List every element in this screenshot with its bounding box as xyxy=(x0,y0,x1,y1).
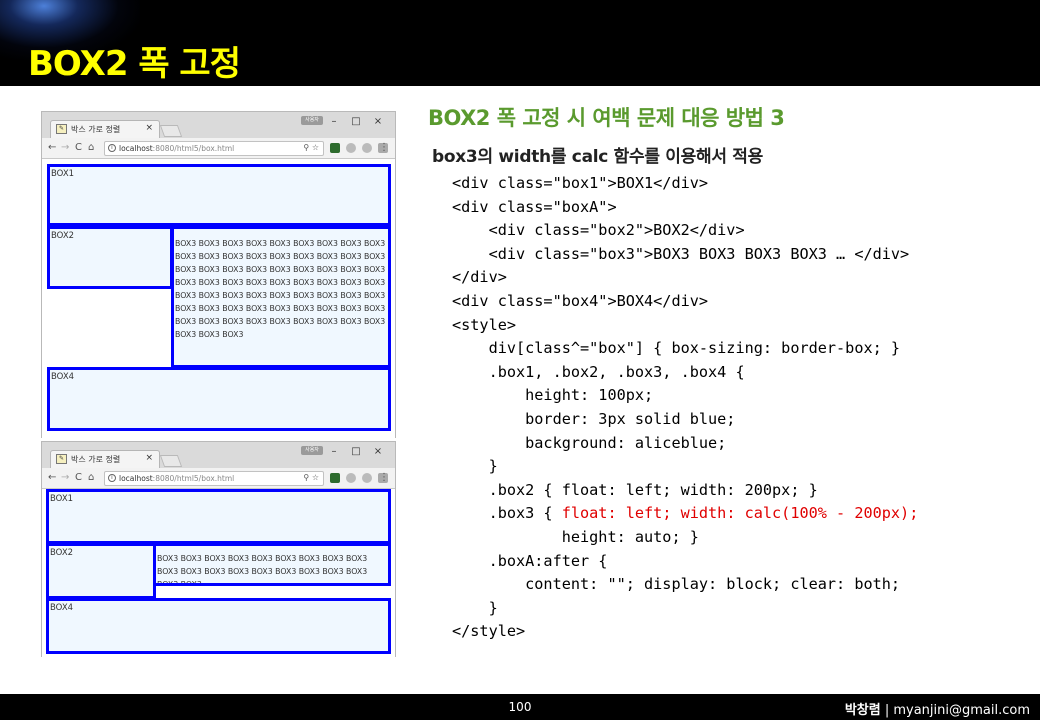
code-line: height: auto; } xyxy=(452,527,699,546)
code-line: .box1, .box2, .box3, .box4 { xyxy=(452,362,745,381)
code-line: <div class="box2">BOX2</div> xyxy=(452,221,745,240)
code-line: <style> xyxy=(452,315,517,334)
code-line: div[class^="box"] { box-sizing: border-b… xyxy=(452,339,901,358)
tab-close-icon[interactable]: × xyxy=(145,123,153,133)
tab-title: 박스 가로 정렬 xyxy=(71,125,121,134)
forward-arrow-icon[interactable]: → xyxy=(61,142,69,153)
extension-icon[interactable] xyxy=(362,143,372,153)
highlighted-code: float: left; width: calc(100% - 200px); xyxy=(561,504,919,523)
code-line: </style> xyxy=(452,622,526,641)
code-line: <div class="boxA"> xyxy=(452,197,617,216)
url-path: :8080/html5/box.html xyxy=(152,474,235,483)
code-line: .boxA:after { xyxy=(452,551,608,570)
minimize-button[interactable]: – xyxy=(323,116,345,127)
author-separator: | xyxy=(880,703,894,718)
maximize-button[interactable]: □ xyxy=(345,446,367,457)
omnibox-actions: ⚲ ☆ xyxy=(303,143,319,152)
extension-icon[interactable] xyxy=(330,143,340,153)
browser-toolbar: ← → C ⌂ i localhost:8080/html5/box.html … xyxy=(42,468,395,489)
info-icon[interactable]: i xyxy=(108,474,116,482)
footer-bar: 100 박창렴 | myanjini@gmail.com xyxy=(0,694,1040,720)
code-line-highlight: .box3 { float: left; width: calc(100% - … xyxy=(452,502,919,526)
window-controls: – □ × xyxy=(323,116,389,127)
tab-title: 박스 가로 정렬 xyxy=(71,455,121,464)
box2: BOX2 xyxy=(46,543,156,599)
forward-arrow-icon[interactable]: → xyxy=(61,472,69,483)
address-bar[interactable]: i localhost:8080/html5/box.html ⚲ ☆ xyxy=(104,471,324,486)
slide: BOX2 폭 고정 ✎ 박스 가로 정렬 × 사용자 – □ × ← → C ⌂ i… xyxy=(0,0,1040,720)
code-line: } xyxy=(452,457,498,476)
bookmark-star-icon[interactable]: ☆ xyxy=(312,143,319,152)
code-line: <div class="box4">BOX4</div> xyxy=(452,291,709,310)
box3: BOX3 BOX3 BOX3 BOX3 BOX3 BOX3 BOX3 BOX3 … xyxy=(153,543,391,586)
window-controls: – □ × xyxy=(323,446,389,457)
minimize-button[interactable]: – xyxy=(323,446,345,457)
section-heading: BOX2 폭 고정 시 여백 문제 대응 방법 3 xyxy=(428,106,785,130)
tab-bar: ✎ 박스 가로 정렬 × 사용자 – □ × xyxy=(42,442,395,468)
extension-icon[interactable] xyxy=(346,143,356,153)
code-line: <div class="box1">BOX1</div> xyxy=(452,174,709,192)
box1: BOX1 xyxy=(47,164,391,226)
new-tab-button[interactable] xyxy=(159,125,183,137)
tab-close-icon[interactable]: × xyxy=(145,453,153,463)
back-arrow-icon[interactable]: ← xyxy=(48,472,56,483)
header-bar: BOX2 폭 고정 xyxy=(0,0,1040,86)
zoom-icon[interactable]: ⚲ xyxy=(303,143,309,152)
author-email: myanjini@gmail.com xyxy=(893,703,1030,718)
home-icon[interactable]: ⌂ xyxy=(88,472,94,483)
code-line: .box2 { float: left; width: 200px; } xyxy=(452,480,818,499)
page-viewport: BOX1 BOX2 BOX3 BOX3 BOX3 BOX3 BOX3 BOX3 … xyxy=(42,489,395,657)
user-badge[interactable]: 사용자 xyxy=(301,116,323,125)
sub-heading: box3의 width를 calc 함수를 이용해서 적용 xyxy=(432,147,763,167)
url-host: localhost xyxy=(119,474,153,483)
browser-toolbar: ← → C ⌂ i localhost:8080/html5/box.html … xyxy=(42,138,395,159)
zoom-icon[interactable]: ⚲ xyxy=(303,473,309,482)
browser-tab[interactable]: ✎ 박스 가로 정렬 × xyxy=(50,120,160,138)
box2: BOX2 xyxy=(47,226,173,289)
box4: BOX4 xyxy=(46,598,391,654)
browser-window-narrow: ✎ 박스 가로 정렬 × 사용자 – □ × ← → C ⌂ i localhost… xyxy=(41,441,396,657)
code-text: .box3 { xyxy=(452,504,562,523)
page-viewport: BOX1 BOX2 BOX3 BOX3 BOX3 BOX3 BOX3 BOX3 … xyxy=(42,159,395,438)
browser-window-wide: ✎ 박스 가로 정렬 × 사용자 – □ × ← → C ⌂ i localhost… xyxy=(41,111,396,438)
browser-tab[interactable]: ✎ 박스 가로 정렬 × xyxy=(50,450,160,468)
close-window-button[interactable]: × xyxy=(367,446,389,457)
code-line: border: 3px solid blue; xyxy=(452,409,736,428)
extension-icon[interactable] xyxy=(362,473,372,483)
code-line: content: ""; display: block; clear: both… xyxy=(452,575,901,594)
code-line: </div> xyxy=(452,268,507,287)
tab-bar: ✎ 박스 가로 정렬 × 사용자 – □ × xyxy=(42,112,395,138)
author-name: 박창렴 xyxy=(844,703,881,718)
home-icon[interactable]: ⌂ xyxy=(88,142,94,153)
code-line: height: 100px; xyxy=(452,386,654,405)
slide-title: BOX2 폭 고정 xyxy=(28,44,241,84)
menu-dots-icon[interactable]: ⋮ xyxy=(379,142,389,153)
reload-icon[interactable]: C xyxy=(75,472,82,483)
code-line: background: aliceblue; xyxy=(452,433,727,452)
page-favicon-icon: ✎ xyxy=(56,124,67,134)
new-tab-button[interactable] xyxy=(159,455,183,467)
box3: BOX3 BOX3 BOX3 BOX3 BOX3 BOX3 BOX3 BOX3 … xyxy=(171,226,391,368)
close-window-button[interactable]: × xyxy=(367,116,389,127)
menu-dots-icon[interactable]: ⋮ xyxy=(379,472,389,483)
url-path: :8080/html5/box.html xyxy=(152,144,235,153)
code-block: <div class="box1">BOX1</div> <div class="… xyxy=(452,172,918,644)
extension-icon[interactable] xyxy=(346,473,356,483)
address-bar[interactable]: i localhost:8080/html5/box.html ⚲ ☆ xyxy=(104,141,324,156)
code-line: } xyxy=(452,598,498,617)
page-favicon-icon: ✎ xyxy=(56,454,67,464)
omnibox-actions: ⚲ ☆ xyxy=(303,473,319,482)
bookmark-star-icon[interactable]: ☆ xyxy=(312,473,319,482)
user-badge[interactable]: 사용자 xyxy=(301,446,323,455)
url-host: localhost xyxy=(119,144,153,153)
box1: BOX1 xyxy=(46,489,391,544)
back-arrow-icon[interactable]: ← xyxy=(48,142,56,153)
reload-icon[interactable]: C xyxy=(75,142,82,153)
extension-icon[interactable] xyxy=(330,473,340,483)
info-icon[interactable]: i xyxy=(108,144,116,152)
maximize-button[interactable]: □ xyxy=(345,116,367,127)
code-line: <div class="box3">BOX3 BOX3 BOX3 BOX3 … … xyxy=(452,244,910,263)
author-credit: 박창렴 | myanjini@gmail.com xyxy=(845,699,1030,718)
box4: BOX4 xyxy=(47,367,391,431)
